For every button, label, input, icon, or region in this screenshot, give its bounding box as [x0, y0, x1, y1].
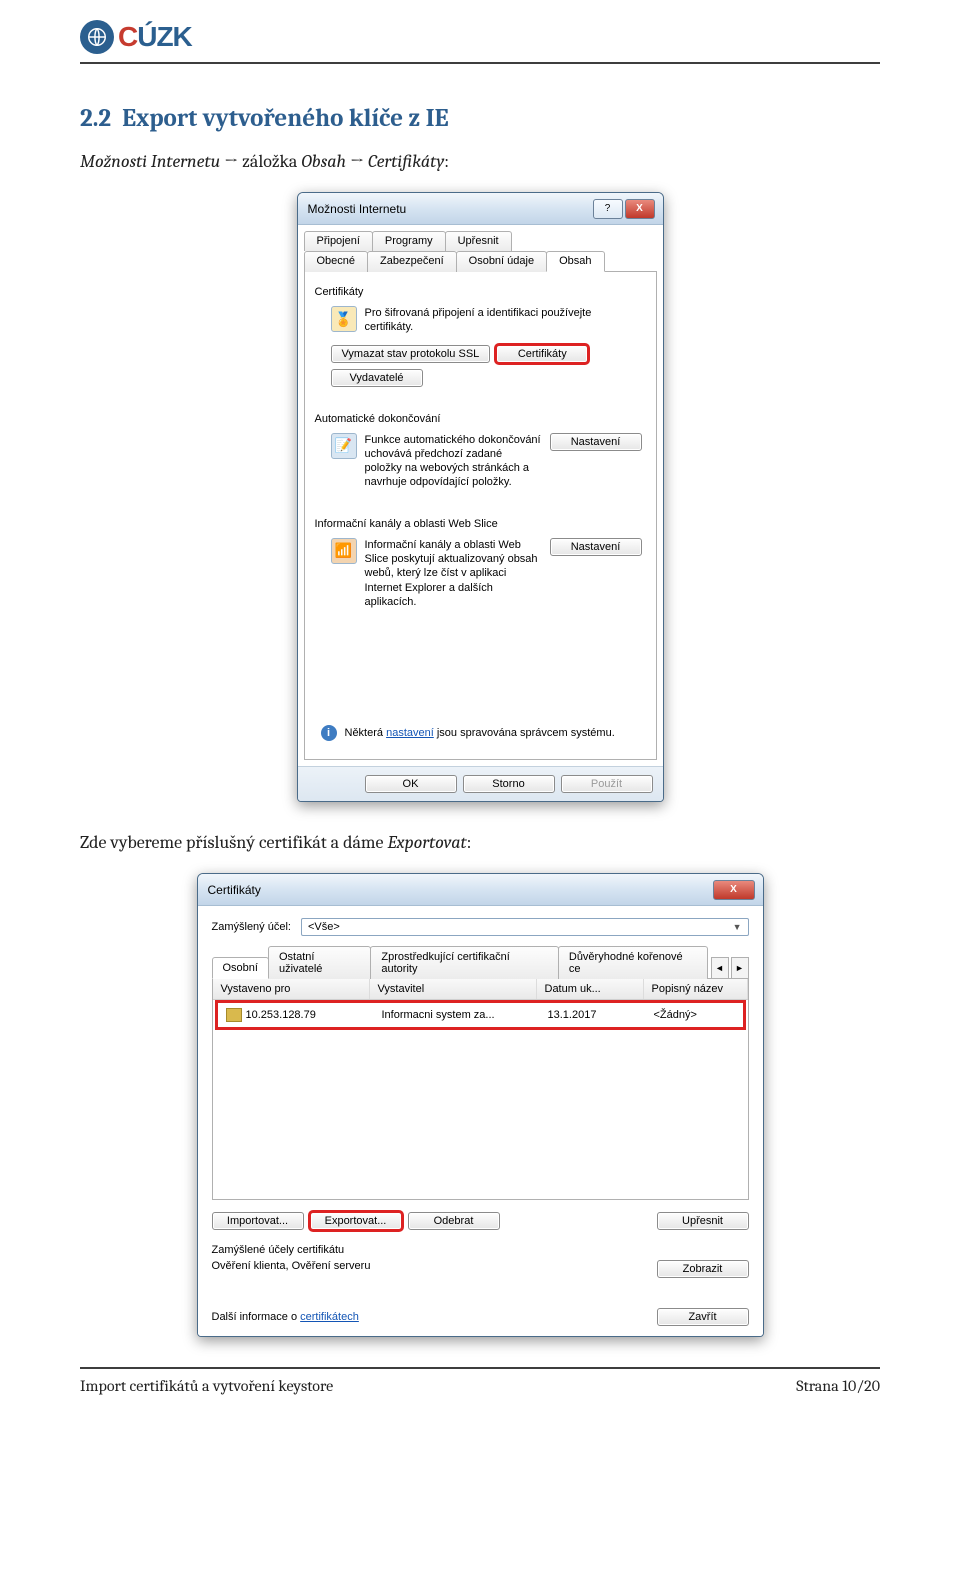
- tab-upresnit[interactable]: Upřesnit: [445, 231, 512, 251]
- tab-trusted-root[interactable]: Důvěryhodné kořenové ce: [558, 946, 708, 979]
- intro-paragraph: Možnosti Internetu → záložka Obsah → Cer…: [80, 151, 880, 172]
- dialog1-title: Možnosti Internetu: [308, 202, 407, 216]
- row-issued-to: 10.253.128.79: [246, 1009, 316, 1021]
- col-issued-to[interactable]: Vystaveno pro: [213, 979, 370, 999]
- certificate-icon: 🏅: [331, 306, 357, 332]
- info-text-a: Některá: [345, 727, 387, 739]
- info-settings-link[interactable]: nastavení: [386, 727, 434, 739]
- close-button[interactable]: X: [625, 199, 655, 219]
- footer-right: Strana 10/20: [796, 1377, 880, 1395]
- row-date: 13.1.2017: [540, 1007, 646, 1023]
- certificate-listview[interactable]: Vystaveno pro Vystavitel Datum uk... Pop…: [212, 978, 749, 1200]
- group-cert-label: Certifikáty: [315, 286, 646, 298]
- close-dialog-button[interactable]: Zavřít: [657, 1308, 749, 1326]
- logo-text: CÚZK: [118, 21, 192, 53]
- certificates-dialog: Certifikáty X Zamýšlený účel: <Vše> ▼ Os…: [197, 873, 764, 1337]
- ok-button[interactable]: OK: [365, 775, 457, 793]
- internet-options-dialog: Možnosti Internetu ? X Připojení Program…: [297, 192, 664, 802]
- autocomplete-icon: 📝: [331, 433, 357, 459]
- purpose-label: Zamýšlený účel:: [212, 921, 291, 933]
- certificate-row[interactable]: 10.253.128.79 Informacni system za... 13…: [218, 1003, 743, 1027]
- logo: CÚZK: [80, 20, 192, 54]
- cert-row-icon: [226, 1008, 242, 1022]
- import-button[interactable]: Importovat...: [212, 1212, 304, 1230]
- page-header: CÚZK: [80, 20, 880, 54]
- tab-osobni[interactable]: Osobní: [212, 957, 269, 979]
- dialog1-titlebar[interactable]: Možnosti Internetu ? X: [298, 193, 663, 225]
- help-button[interactable]: ?: [593, 199, 623, 219]
- advanced-button[interactable]: Upřesnit: [657, 1212, 749, 1230]
- col-issuer[interactable]: Vystavitel: [370, 979, 537, 999]
- remove-button[interactable]: Odebrat: [408, 1212, 500, 1230]
- tab-osobni-udaje[interactable]: Osobní údaje: [456, 251, 547, 272]
- row-friendly: <Žádný>: [646, 1007, 743, 1023]
- publishers-button[interactable]: Vydavatelé: [331, 369, 423, 387]
- group-ac-label: Automatické dokončování: [315, 413, 646, 425]
- paragraph-2: Zde vybereme příslušný certifikát a dáme…: [80, 832, 880, 853]
- dialog2-title: Certifikáty: [208, 883, 261, 897]
- cert-purposes-text: Ověření klienta, Ověření serveru: [212, 1260, 657, 1272]
- tab-programy[interactable]: Programy: [372, 231, 446, 251]
- cert-purposes-label: Zamýšlené účely certifikátu: [212, 1244, 749, 1256]
- moreinfo-text: Další informace o certifikátech: [212, 1311, 359, 1323]
- view-button[interactable]: Zobrazit: [657, 1260, 749, 1278]
- tab-intermediate-ca[interactable]: Zprostředkující certifikační autority: [370, 946, 558, 979]
- group-certificates: Certifikáty 🏅 Pro šifrovaná připojení a …: [315, 286, 646, 405]
- feed-settings-button[interactable]: Nastavení: [550, 538, 642, 556]
- info-bar: i Některá nastavení jsou spravována sprá…: [315, 717, 646, 749]
- rss-icon: 📶: [331, 538, 357, 564]
- tab-obecne[interactable]: Obecné: [304, 251, 369, 272]
- certificates-button[interactable]: Certifikáty: [496, 345, 588, 363]
- ac-desc: Funkce automatického dokončování uchováv…: [365, 433, 542, 490]
- apply-button[interactable]: Použít: [561, 775, 653, 793]
- footer-divider: [80, 1367, 880, 1369]
- tab-pripojeni[interactable]: Připojení: [304, 231, 373, 251]
- group-feeds: Informační kanály a oblasti Web Slice 📶 …: [315, 518, 646, 629]
- row-issuer: Informacni system za...: [374, 1007, 540, 1023]
- tab-zabezpeceni[interactable]: Zabezpečení: [367, 251, 457, 272]
- clear-ssl-button[interactable]: Vymazat stav protokolu SSL: [331, 345, 491, 363]
- tab-ostatni[interactable]: Ostatní uživatelé: [268, 946, 371, 979]
- col-date[interactable]: Datum uk...: [537, 979, 644, 999]
- tab-scroll-left[interactable]: ◄: [711, 957, 729, 979]
- tab-scroll-right[interactable]: ►: [731, 957, 749, 979]
- footer-left: Import certifikátů a vytvoření keystore: [80, 1377, 333, 1395]
- purpose-value: <Vše>: [308, 921, 340, 933]
- dialog2-titlebar[interactable]: Certifikáty X: [198, 874, 763, 906]
- feed-desc: Informační kanály a oblasti Web Slice po…: [365, 538, 542, 609]
- cancel-button[interactable]: Storno: [463, 775, 555, 793]
- chevron-down-icon: ▼: [733, 922, 742, 932]
- tab-obsah[interactable]: Obsah: [546, 251, 604, 272]
- ac-settings-button[interactable]: Nastavení: [550, 433, 642, 451]
- section-heading: 2.2 Export vytvořeného klíče z IE: [80, 104, 880, 133]
- page-footer: Import certifikátů a vytvoření keystore …: [80, 1377, 880, 1415]
- col-friendly[interactable]: Popisný název: [644, 979, 748, 999]
- info-icon: i: [321, 725, 337, 741]
- listview-header: Vystaveno pro Vystavitel Datum uk... Pop…: [213, 979, 748, 1000]
- export-button[interactable]: Exportovat...: [310, 1212, 402, 1230]
- cert-desc: Pro šifrovaná připojení a identifikaci p…: [365, 306, 642, 335]
- group-feed-label: Informační kanály a oblasti Web Slice: [315, 518, 646, 530]
- globe-icon: [80, 20, 114, 54]
- group-autocomplete: Automatické dokončování 📝 Funkce automat…: [315, 413, 646, 510]
- info-text-b: jsou spravována správcem systému.: [434, 727, 615, 739]
- certificates-info-link[interactable]: certifikátech: [300, 1311, 359, 1323]
- selected-row-highlight: 10.253.128.79 Informacni system za... 13…: [215, 1000, 746, 1030]
- purpose-combobox[interactable]: <Vše> ▼: [301, 918, 749, 936]
- header-divider: [80, 62, 880, 64]
- dialog2-close-button[interactable]: X: [713, 880, 755, 900]
